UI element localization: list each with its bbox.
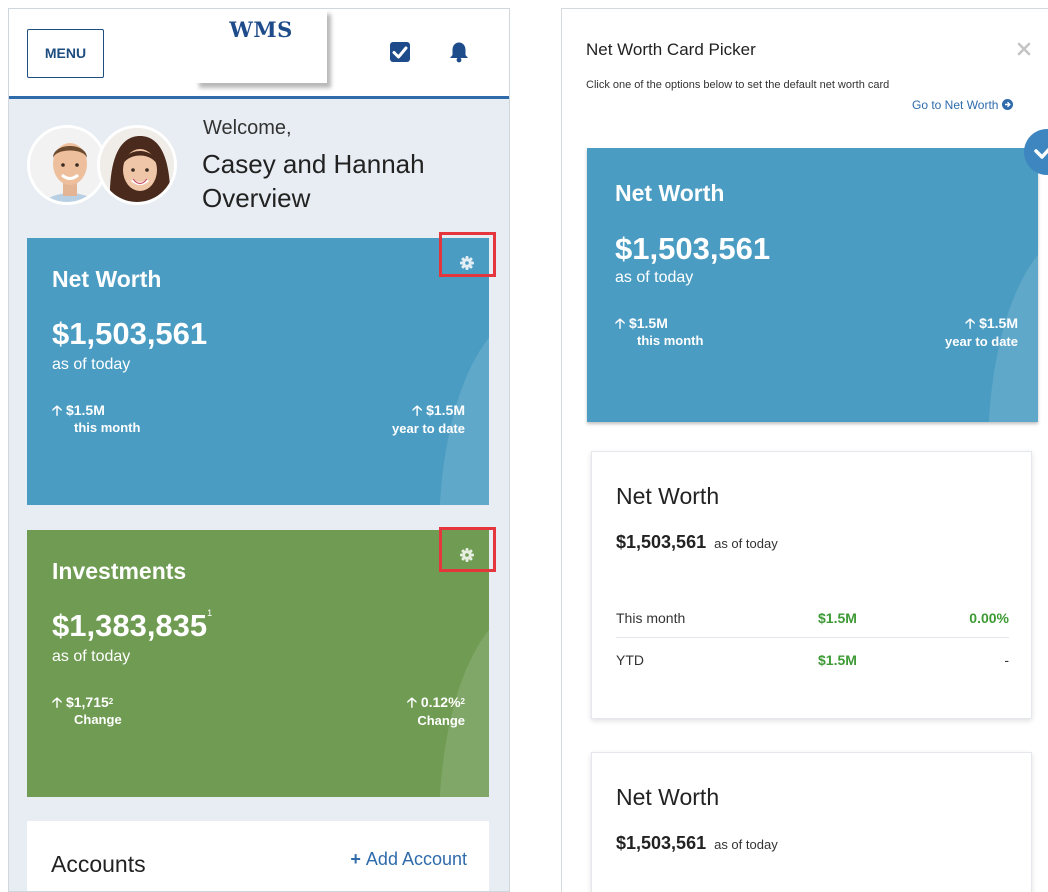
as-of-label: as of today	[714, 536, 778, 551]
row-amount: $1.5M	[818, 610, 857, 626]
add-account-button[interactable]: + Add Account	[350, 849, 467, 870]
net-worth-card[interactable]: Net Worth $1,503,561 as of today 🡡 $1.5M…	[27, 238, 489, 505]
row-label: YTD	[616, 652, 644, 668]
footnote-marker: 2	[108, 697, 114, 706]
row-amount: $1.5M	[818, 652, 857, 668]
accounts-card: Accounts + Add Account	[27, 821, 489, 891]
stat-change-percent: 🡡 0.12%2 Change	[407, 693, 465, 730]
stat-this-month: 🡡 $1.5M this month	[615, 314, 703, 350]
logo-text: WMS	[229, 17, 293, 42]
go-to-net-worth-link[interactable]: Go to Net Worth	[912, 98, 1014, 112]
arrow-up-icon: 🡡	[52, 402, 66, 418]
arrow-up-icon: 🡡	[965, 315, 980, 331]
stat-label: this month	[637, 333, 704, 348]
stat-label: Change	[74, 712, 122, 727]
card-option-compact[interactable]: Net Worth $1,503,561 as of today	[591, 752, 1032, 892]
investments-card[interactable]: Investments $1,383,8351 as of today 🡡 $1…	[27, 530, 489, 797]
gear-highlight-box	[439, 527, 496, 572]
arrow-up-icon: 🡡	[615, 315, 629, 331]
avatar-hannah	[97, 125, 177, 205]
plus-icon: +	[350, 849, 361, 869]
stat-value: $1.5M	[628, 315, 668, 331]
stat-value: $1,715	[65, 694, 109, 710]
stat-label: this month	[74, 420, 141, 435]
card-title: Investments	[52, 558, 187, 584]
arrow-up-icon: 🡡	[412, 402, 427, 418]
picker-description: Click one of the options below to set th…	[586, 79, 890, 91]
card-value-text: $1,503,561	[616, 532, 707, 552]
card-option-table[interactable]: Net Worth $1,503,561 as of today This mon…	[591, 451, 1032, 719]
welcome-greeting: Welcome,	[203, 117, 292, 139]
card-title: Net Worth	[616, 483, 720, 509]
stat-year-to-date: 🡡 $1.5M year to date	[392, 401, 465, 438]
card-subtitle: as of today	[615, 269, 694, 286]
card-value: $1,503,561 as of today	[616, 532, 778, 553]
footnote-marker: 1	[207, 608, 213, 618]
gear-highlight-box	[439, 232, 496, 277]
welcome-name-line-1: Casey and Hannah	[202, 149, 425, 179]
dashboard-panel: MENU WMS Welcome, Casey and Hannah Overv…	[8, 8, 510, 892]
row-percent: 0.00%	[969, 610, 1009, 626]
arrow-up-icon: 🡡	[52, 694, 66, 710]
arrow-circle-right-icon	[1002, 99, 1014, 110]
card-title: Net Worth	[52, 266, 162, 292]
row-percent: -	[1004, 652, 1009, 668]
footnote-marker: 2	[460, 697, 465, 706]
card-value: $1,503,561 as of today	[616, 833, 778, 854]
stat-label: year to date	[945, 334, 1018, 349]
arrow-up-icon: 🡡	[406, 694, 421, 710]
menu-button[interactable]: MENU	[27, 29, 104, 78]
stat-change-amount: 🡡 $1,7152 Change	[52, 693, 122, 729]
avatar-casey	[27, 125, 107, 205]
card-subtitle: as of today	[52, 356, 131, 373]
card-value-text: $1,503,561	[616, 833, 707, 853]
table-row: YTD $1.5M -	[616, 642, 1009, 680]
top-bar: MENU WMS	[9, 9, 509, 99]
stat-year-to-date: 🡡 $1.5M year to date	[945, 314, 1018, 351]
couple-avatars	[27, 125, 179, 207]
as-of-label: as of today	[714, 837, 778, 852]
close-icon[interactable]	[1016, 41, 1036, 61]
stat-this-month: 🡡 $1.5M this month	[52, 401, 140, 437]
welcome-name-line-2: Overview	[202, 183, 311, 213]
card-value: $1,503,561	[615, 231, 771, 266]
row-label: This month	[616, 610, 686, 626]
stat-value: $1.5M	[65, 402, 105, 418]
card-title: Net Worth	[615, 180, 725, 206]
card-option-blue[interactable]: Net Worth $1,503,561 as of today 🡡 $1.5M…	[587, 148, 1038, 422]
picker-title: Net Worth Card Picker	[586, 40, 756, 59]
stat-value: $1.5M	[979, 315, 1018, 331]
bell-icon[interactable]	[448, 41, 470, 63]
accounts-title: Accounts	[51, 851, 146, 877]
checkbox-icon[interactable]	[389, 41, 411, 63]
stat-value: $1.5M	[426, 402, 465, 418]
card-value: $1,503,561	[52, 316, 208, 351]
stat-value: 0.12%	[420, 694, 461, 710]
card-value-text: $1,383,835	[52, 608, 208, 643]
card-title: Net Worth	[616, 784, 720, 810]
welcome-name: Casey and Hannah Overview	[202, 147, 502, 215]
logo: WMS	[195, 9, 327, 83]
stat-label: Change	[417, 713, 465, 728]
add-account-label: Add Account	[365, 849, 467, 869]
net-worth-card-picker: Net Worth Card Picker Click one of the o…	[561, 8, 1048, 892]
go-to-net-worth-label: Go to Net Worth	[912, 98, 999, 112]
card-subtitle: as of today	[52, 648, 131, 665]
stat-label: year to date	[392, 421, 465, 436]
table-row: This month $1.5M 0.00%	[616, 600, 1009, 638]
card-value: $1,383,8351	[52, 608, 212, 644]
